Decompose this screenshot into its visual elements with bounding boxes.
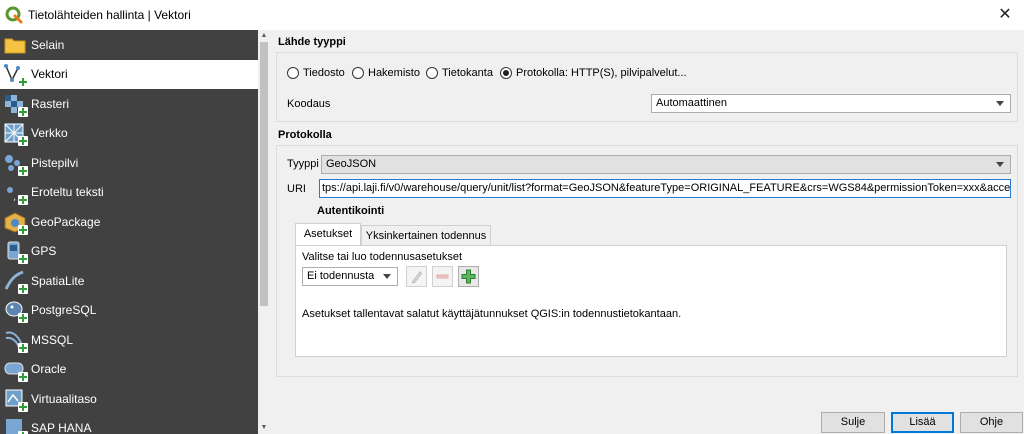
sidebar-item-spatialite[interactable]: SpatiaLite [0, 266, 258, 296]
encoding-select[interactable]: Automaattinen [651, 94, 1011, 113]
tab-asetukset[interactable]: Asetukset [295, 223, 361, 246]
chevron-down-icon [996, 101, 1004, 106]
delimited-text-icon: , [3, 180, 28, 206]
radio-protokolla[interactable]: Protokolla: HTTP(S), pilvipalvelut... [500, 67, 687, 79]
sidebar-item-postgresql[interactable]: PostgreSQL [0, 296, 258, 326]
protocol-group: Tyyppi GeoJSON URI tps://api.laji.fi/v0/… [276, 145, 1018, 377]
protocol-title: Protokolla [278, 129, 332, 141]
qgis-logo-icon [5, 6, 23, 24]
sidebar: Selain Vektori Rasteri Verkko Pistepilvi… [0, 30, 258, 434]
folder-icon [3, 33, 27, 57]
radio-tietokanta[interactable]: Tietokanta [426, 67, 493, 79]
sidebar-item-eroteltu-teksti[interactable]: , Eroteltu teksti [0, 178, 258, 208]
select-auth-label: Valitse tai luo todennusasetukset [302, 251, 463, 263]
mesh-layer-icon [3, 121, 28, 147]
window-title: Tietolähteiden hallinta | Vektori [28, 8, 191, 22]
postgresql-icon [3, 298, 28, 324]
chevron-down-icon [383, 274, 391, 279]
virtual-layer-icon [3, 387, 28, 412]
pencil-icon [411, 271, 423, 284]
title-bar: Tietolähteiden hallinta | Vektori ✕ [0, 0, 1024, 30]
help-button[interactable]: Ohje [960, 412, 1023, 433]
sap-hana-icon [3, 416, 28, 434]
close-button[interactable]: Sulje [821, 412, 885, 433]
remove-auth-button[interactable] [432, 266, 453, 287]
tab-yksinkertainen-todennus[interactable]: Yksinkertainen todennus [361, 225, 491, 246]
svg-text:,: , [13, 192, 16, 203]
geopackage-icon [3, 210, 28, 235]
sidebar-item-sap-hana[interactable]: SAP HANA [0, 414, 258, 434]
encoding-label: Koodaus [287, 98, 331, 110]
authentication-title: Autentikointi [317, 205, 385, 217]
chevron-down-icon [996, 162, 1004, 167]
auth-info-text: Asetukset tallentavat salatut käyttäjätu… [302, 308, 682, 320]
main-panel: Lähde tyyppi Tiedosto Hakemisto Tietokan… [270, 30, 1024, 434]
radio-tiedosto[interactable]: Tiedosto [287, 67, 345, 79]
close-window-button[interactable]: ✕ [994, 4, 1016, 26]
sidebar-item-verkko[interactable]: Verkko [0, 119, 258, 149]
edit-auth-button[interactable] [406, 266, 427, 287]
scroll-down-arrow-icon[interactable]: ▼ [258, 422, 270, 434]
type-label: Tyyppi [287, 158, 319, 170]
sidebar-item-geopackage[interactable]: GeoPackage [0, 207, 258, 237]
source-type-group: Tiedosto Hakemisto Tietokanta Protokolla… [276, 52, 1018, 122]
sidebar-item-gps[interactable]: GPS [0, 237, 258, 267]
sidebar-item-selain[interactable]: Selain [0, 30, 258, 60]
scrollbar-thumb[interactable] [260, 42, 268, 306]
sidebar-item-virtuaalitaso[interactable]: Virtuaalitaso [0, 384, 258, 414]
radio-hakemisto[interactable]: Hakemisto [352, 67, 420, 79]
uri-label: URI [287, 183, 306, 195]
vector-layer-icon [3, 62, 28, 88]
scroll-up-arrow-icon[interactable]: ▲ [258, 30, 270, 42]
add-auth-button[interactable] [458, 266, 479, 287]
oracle-icon [3, 357, 28, 383]
spatialite-icon [3, 269, 28, 294]
raster-layer-icon [3, 92, 28, 117]
protocol-type-select[interactable]: GeoJSON [321, 155, 1011, 174]
auth-config-select[interactable]: Ei todennusta [302, 267, 398, 286]
mssql-icon [3, 328, 28, 353]
authentication-tab-panel: Valitse tai luo todennusasetukset Ei tod… [295, 245, 1007, 357]
minus-icon [436, 274, 449, 279]
sidebar-item-rasteri[interactable]: Rasteri [0, 89, 258, 119]
source-type-title: Lähde tyyppi [278, 36, 346, 48]
sidebar-item-oracle[interactable]: Oracle [0, 355, 258, 385]
sidebar-scrollbar[interactable]: ▲ ▼ [258, 30, 270, 434]
uri-input[interactable]: tps://api.laji.fi/v0/warehouse/query/uni… [319, 179, 1011, 198]
sidebar-item-vektori[interactable]: Vektori [0, 59, 258, 89]
gps-icon [3, 239, 28, 265]
point-cloud-icon [3, 151, 28, 176]
sidebar-item-mssql[interactable]: MSSQL [0, 325, 258, 355]
sidebar-item-pistepilvi[interactable]: Pistepilvi [0, 148, 258, 178]
add-button[interactable]: Lisää [891, 412, 954, 433]
plus-icon [461, 269, 476, 284]
